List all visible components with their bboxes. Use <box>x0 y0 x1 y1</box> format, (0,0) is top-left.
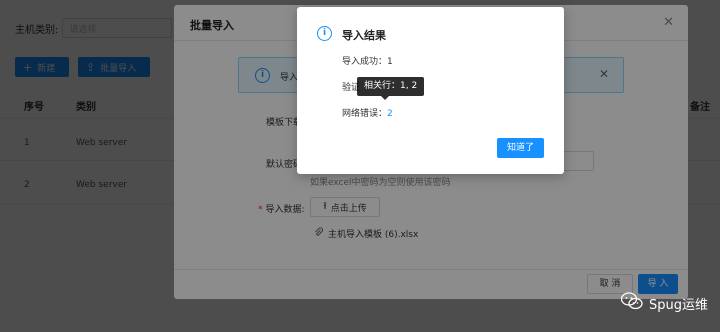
result-title: 导入结果 <box>342 29 386 42</box>
ok-button[interactable]: 知道了 <box>497 138 544 158</box>
wechat-watermark: Spug运维 <box>620 292 708 314</box>
network-error-line: 网络错误：2 <box>342 106 393 119</box>
success-label: 导入成功： <box>342 57 388 67</box>
success-count: 1 <box>387 57 393 67</box>
watermark-text: Spug运维 <box>649 297 708 313</box>
tooltip-arrow <box>381 96 389 100</box>
wechat-icon <box>620 292 643 314</box>
import-result-dialog: i 导入结果 导入成功：1 验证 相关行：1, 2 网络错误：2 知道了 <box>297 7 564 174</box>
network-error-label: 网络错误： <box>342 109 388 119</box>
tooltip-text: 相关行：1, 2 <box>364 81 418 91</box>
network-error-count[interactable]: 2 <box>387 109 393 119</box>
related-rows-tooltip: 相关行：1, 2 <box>357 77 425 100</box>
info-icon: i <box>317 26 332 41</box>
success-line: 导入成功：1 <box>342 54 393 67</box>
